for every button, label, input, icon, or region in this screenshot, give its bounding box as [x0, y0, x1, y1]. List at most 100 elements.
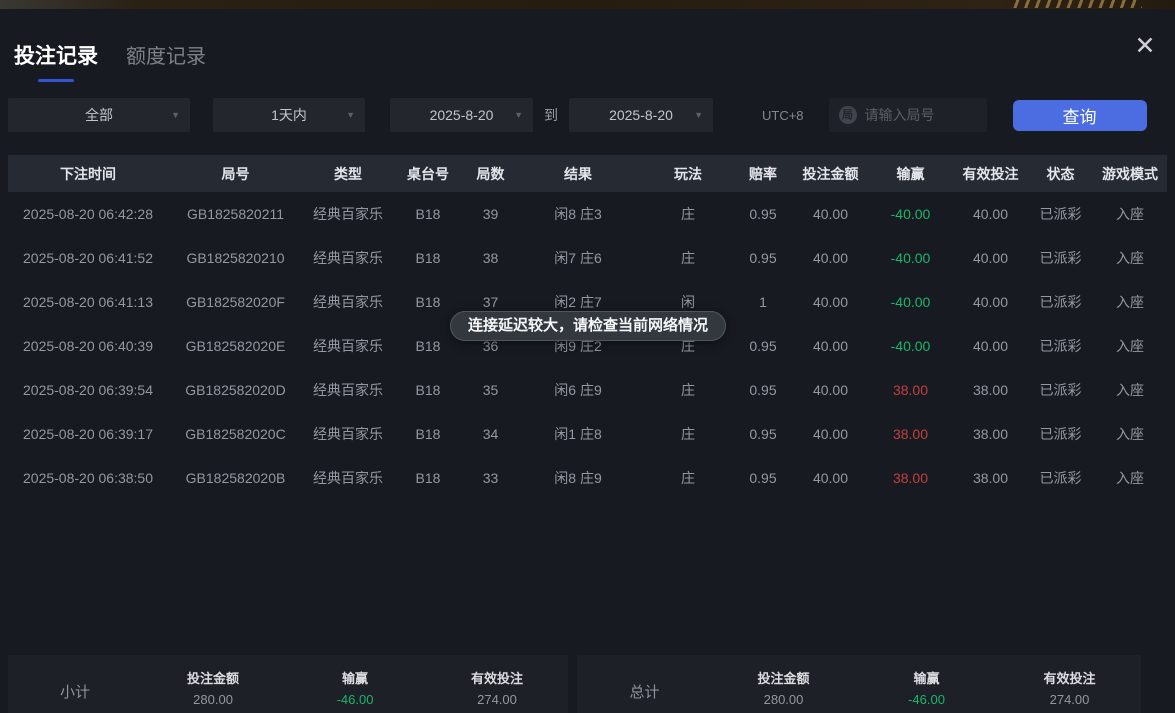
cell-shoe: 34: [463, 426, 518, 442]
cell-table-no: B18: [393, 338, 463, 354]
cell-bet: 40.00: [788, 294, 873, 310]
cell-valid: 38.00: [948, 426, 1033, 442]
cell-odds: 0.95: [738, 426, 788, 442]
table-row: 2025-08-20 06:42:28GB1825820211经典百家乐B183…: [8, 192, 1167, 236]
cell-time: 2025-08-20 06:39:17: [8, 426, 168, 442]
cell-result: 闲6 庄9: [518, 380, 638, 400]
cell-play: 庄: [638, 248, 738, 268]
close-icon[interactable]: ✕: [1129, 30, 1161, 62]
chevron-down-icon: ▼: [694, 110, 703, 120]
cell-time: 2025-08-20 06:38:50: [8, 470, 168, 486]
table-header: 下注时间局号类型桌台号局数结果玩法赔率投注金额输赢有效投注状态游戏模式: [8, 155, 1167, 192]
cell-bet: 40.00: [788, 338, 873, 354]
date-from-dropdown[interactable]: 2025-8-20 ▼: [390, 98, 533, 132]
cell-table-no: B18: [393, 250, 463, 266]
cell-result: 闲8 庄9: [518, 468, 638, 488]
total-bet-amount: 投注金额 280.00: [712, 668, 855, 713]
table-row: 2025-08-20 06:39:54GB182582020D经典百家乐B183…: [8, 368, 1167, 412]
cell-valid: 40.00: [948, 338, 1033, 354]
cell-winloss: 38.00: [873, 426, 948, 442]
cell-shoe: 37: [463, 294, 518, 310]
column-header: 局数: [463, 164, 518, 184]
subtotal-winloss: 输赢 -46.00: [284, 668, 426, 713]
round-number-field[interactable]: 局: [829, 98, 987, 132]
cell-shoe: 35: [463, 382, 518, 398]
cell-table-no: B18: [393, 206, 463, 222]
subtotal-bet-amount: 投注金额 280.00: [142, 668, 284, 713]
cell-play: 庄: [638, 468, 738, 488]
cell-status: 已派彩: [1033, 468, 1088, 488]
total-panel: 总计 投注金额 280.00 输赢 -46.00 有效投注 274.00: [577, 655, 1141, 713]
table-row: 2025-08-20 06:39:17GB182582020C经典百家乐B183…: [8, 412, 1167, 456]
cell-odds: 0.95: [738, 470, 788, 486]
cell-status: 已派彩: [1033, 248, 1088, 268]
tab-bar: 投注记录 额度记录: [14, 40, 206, 82]
cell-type: 经典百家乐: [303, 380, 393, 400]
cell-round: GB182582020C: [168, 426, 303, 442]
cell-bet: 40.00: [788, 382, 873, 398]
betting-records-modal: ✕ 投注记录 额度记录 全部 ▼ 1天内 ▼ 2025-8-20 ▼ 到 202…: [0, 9, 1175, 713]
cell-mode: 入座: [1088, 380, 1172, 400]
date-range-dropdown[interactable]: 1天内 ▼: [213, 98, 365, 132]
cell-valid: 38.00: [948, 470, 1033, 486]
tab-betting-records-label: 投注记录: [14, 45, 98, 68]
column-header: 有效投注: [948, 164, 1033, 184]
cell-odds: 1: [738, 294, 788, 310]
cell-status: 已派彩: [1033, 380, 1088, 400]
cell-mode: 入座: [1088, 336, 1172, 356]
column-header: 赔率: [738, 164, 788, 184]
chevron-down-icon: ▼: [514, 110, 523, 120]
category-dropdown[interactable]: 全部 ▼: [8, 98, 190, 132]
cell-type: 经典百家乐: [303, 292, 393, 312]
cell-odds: 0.95: [738, 250, 788, 266]
cell-shoe: 38: [463, 250, 518, 266]
subtotal-title: 小计: [8, 681, 142, 713]
cell-winloss: -40.00: [873, 294, 948, 310]
date-to-dropdown[interactable]: 2025-8-20 ▼: [569, 98, 713, 132]
cell-result: 闲1 庄8: [518, 424, 638, 444]
cell-round: GB182582020E: [168, 338, 303, 354]
cell-play: 庄: [638, 380, 738, 400]
column-header: 玩法: [638, 164, 738, 184]
cell-round: GB1825820210: [168, 250, 303, 266]
subtotal-panel: 小计 投注金额 280.00 输赢 -46.00 有效投注 274.00: [8, 655, 568, 713]
cell-time: 2025-08-20 06:41:13: [8, 294, 168, 310]
cell-shoe: 39: [463, 206, 518, 222]
round-number-icon: 局: [839, 106, 857, 124]
round-number-input[interactable]: [865, 107, 975, 123]
cell-table-no: B18: [393, 470, 463, 486]
cell-type: 经典百家乐: [303, 424, 393, 444]
search-button[interactable]: 查询: [1013, 100, 1147, 131]
cell-status: 已派彩: [1033, 336, 1088, 356]
cell-round: GB182582020B: [168, 470, 303, 486]
column-header: 投注金额: [788, 164, 873, 184]
cell-type: 经典百家乐: [303, 336, 393, 356]
cell-play: 庄: [638, 204, 738, 224]
category-dropdown-value: 全部: [85, 105, 113, 125]
tab-betting-records[interactable]: 投注记录: [14, 40, 98, 82]
cell-type: 经典百家乐: [303, 204, 393, 224]
column-header: 游戏模式: [1088, 164, 1172, 184]
cell-bet: 40.00: [788, 426, 873, 442]
cell-odds: 0.95: [738, 338, 788, 354]
subtotal-valid-bet: 有效投注 274.00: [426, 668, 568, 713]
date-range-dropdown-value: 1天内: [271, 105, 307, 125]
cell-status: 已派彩: [1033, 204, 1088, 224]
cell-bet: 40.00: [788, 470, 873, 486]
active-tab-underline: [38, 79, 74, 82]
total-title: 总计: [577, 681, 712, 713]
column-header: 桌台号: [393, 164, 463, 184]
network-latency-toast: 连接延迟较大，请检查当前网络情况: [450, 311, 726, 341]
cell-mode: 入座: [1088, 204, 1172, 224]
tab-quota-records[interactable]: 额度记录: [126, 40, 206, 69]
cell-valid: 38.00: [948, 382, 1033, 398]
total-winloss: 输赢 -46.00: [855, 668, 998, 713]
cell-table-no: B18: [393, 294, 463, 310]
cell-bet: 40.00: [788, 250, 873, 266]
cell-valid: 40.00: [948, 206, 1033, 222]
cell-round: GB1825820211: [168, 206, 303, 222]
column-header: 状态: [1033, 164, 1088, 184]
cell-odds: 0.95: [738, 206, 788, 222]
table-row: 2025-08-20 06:38:50GB182582020B经典百家乐B183…: [8, 456, 1167, 500]
date-to-value: 2025-8-20: [609, 107, 673, 123]
